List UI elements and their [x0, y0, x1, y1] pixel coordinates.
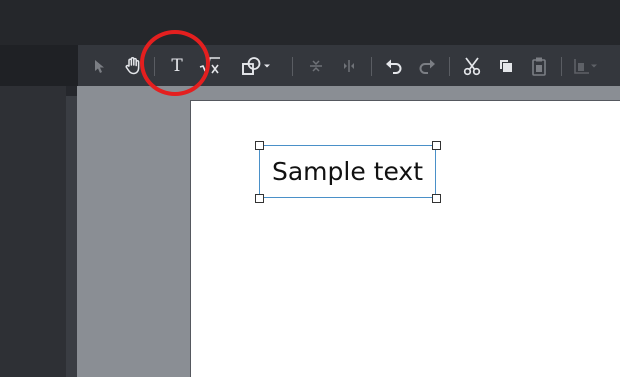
text-tool-button[interactable]: T: [166, 54, 188, 78]
resize-handle-bottom-right[interactable]: [432, 194, 441, 203]
cut-button[interactable]: [461, 54, 483, 78]
text-box-content[interactable]: Sample text: [272, 157, 423, 186]
toolbar: T: [78, 45, 620, 86]
scissors-icon: [463, 57, 481, 76]
toolbar-separator: [292, 57, 293, 76]
text-tool-icon: T: [171, 55, 183, 76]
hand-icon: [125, 57, 140, 75]
toolbar-separator: [371, 57, 372, 76]
formula-tool-button[interactable]: [198, 54, 222, 78]
shapes-icon: [242, 57, 261, 75]
copy-icon: [500, 60, 512, 72]
undo-button[interactable]: [383, 54, 405, 78]
shapes-tool-button[interactable]: [236, 54, 276, 78]
copy-button[interactable]: [496, 54, 516, 78]
toolbar-separator: [561, 57, 562, 76]
arrange-button[interactable]: [571, 54, 601, 78]
chevron-down-icon: [264, 64, 270, 68]
pan-tool-button[interactable]: [121, 54, 145, 78]
clipboard-icon: [532, 57, 546, 76]
select-tool-button[interactable]: [90, 54, 108, 78]
arrow-pointer-icon: [95, 59, 104, 73]
align-vertical-button[interactable]: [307, 54, 325, 78]
paste-button[interactable]: [529, 54, 549, 78]
align-horizontal-button[interactable]: [340, 54, 358, 78]
redo-button[interactable]: [416, 54, 438, 78]
toolbar-separator: [154, 57, 155, 76]
text-box[interactable]: Sample text: [259, 145, 436, 198]
square-root-icon: [199, 57, 220, 75]
resize-handle-top-left[interactable]: [255, 141, 264, 150]
arrange-icon: [574, 59, 589, 74]
resize-handle-top-right[interactable]: [432, 141, 441, 150]
left-panel: [0, 86, 66, 377]
align-horizontal-icon: [344, 60, 354, 72]
resize-handle-bottom-left[interactable]: [255, 194, 264, 203]
chevron-down-icon: [591, 64, 597, 68]
undo-icon: [386, 59, 402, 74]
redo-icon: [419, 59, 435, 74]
sidebar-header: [0, 45, 78, 86]
title-bar: [0, 0, 620, 45]
toolbar-separator: [449, 57, 450, 76]
panel-divider[interactable]: [66, 96, 77, 377]
align-vertical-icon: [310, 60, 322, 72]
